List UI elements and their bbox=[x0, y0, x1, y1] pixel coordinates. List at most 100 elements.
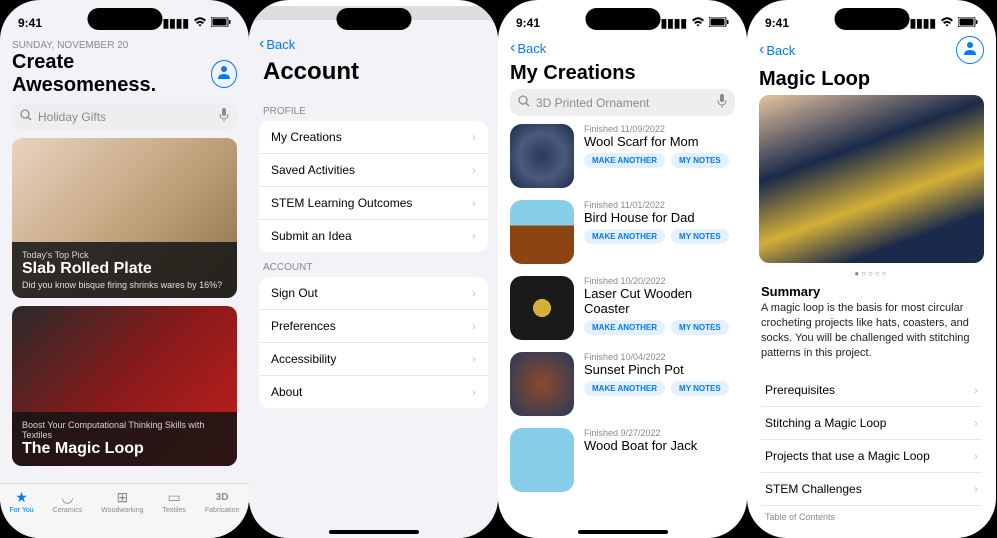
back-button[interactable]: ‹ Back bbox=[506, 40, 550, 56]
tab-label: For You bbox=[10, 507, 34, 514]
make-another-button[interactable]: MAKE ANOTHER bbox=[584, 381, 665, 396]
search-placeholder: Holiday Gifts bbox=[38, 110, 106, 124]
my-notes-button[interactable]: MY NOTES bbox=[671, 320, 729, 335]
card-title: Slab Rolled Plate bbox=[22, 260, 227, 278]
search-input[interactable]: 3D Printed Ornament bbox=[510, 89, 735, 116]
page-title: My Creations bbox=[498, 60, 747, 89]
hero-image[interactable] bbox=[759, 95, 984, 263]
creation-name: Wood Boat for Jack bbox=[584, 438, 735, 453]
tab-textiles[interactable]: ▭ Textiles bbox=[162, 488, 185, 514]
mic-icon[interactable] bbox=[717, 94, 727, 111]
row-submit-idea[interactable]: Submit an Idea› bbox=[259, 220, 488, 252]
status-indicators: ▮▮▮▮ bbox=[661, 16, 729, 30]
signal-icon: ▮▮▮▮ bbox=[163, 16, 189, 30]
make-another-button[interactable]: MAKE ANOTHER bbox=[584, 320, 665, 335]
toc-projects[interactable]: Projects that use a Magic Loop› bbox=[761, 440, 982, 473]
my-notes-button[interactable]: MY NOTES bbox=[671, 381, 729, 396]
table-of-contents: Prerequisites› Stitching a Magic Loop› P… bbox=[761, 374, 982, 528]
chevron-right-icon: › bbox=[472, 229, 476, 243]
home-indicator[interactable] bbox=[578, 530, 668, 534]
creation-item[interactable]: Finished 11/01/2022 Bird House for Dad M… bbox=[510, 200, 735, 264]
toc-stem-challenges[interactable]: STEM Challenges› bbox=[761, 473, 982, 506]
creation-name: Bird House for Dad bbox=[584, 210, 735, 225]
account-screen: ‹ Back Account PROFILE My Creations› Sav… bbox=[249, 0, 498, 538]
back-button[interactable]: ‹ Back bbox=[249, 30, 498, 58]
account-button[interactable] bbox=[211, 60, 237, 88]
account-list: Sign Out› Preferences› Accessibility› Ab… bbox=[259, 277, 488, 408]
featured-card[interactable]: Today's Top Pick Slab Rolled Plate Did y… bbox=[12, 138, 237, 298]
creation-thumbnail bbox=[510, 124, 574, 188]
toc-prerequisites[interactable]: Prerequisites› bbox=[761, 374, 982, 407]
grid-icon: ⊞ bbox=[113, 488, 131, 506]
wifi-icon bbox=[691, 16, 705, 30]
card-eyebrow: Today's Top Pick bbox=[22, 250, 227, 260]
row-about[interactable]: About› bbox=[259, 376, 488, 408]
row-stem-outcomes[interactable]: STEM Learning Outcomes› bbox=[259, 187, 488, 220]
row-saved-activities[interactable]: Saved Activities› bbox=[259, 154, 488, 187]
toc-stitching[interactable]: Stitching a Magic Loop› bbox=[761, 407, 982, 440]
creation-item[interactable]: Finished 10/20/2022 Laser Cut Wooden Coa… bbox=[510, 276, 735, 340]
card-eyebrow: Boost Your Computational Thinking Skills… bbox=[22, 420, 227, 440]
chevron-left-icon: ‹ bbox=[510, 40, 515, 56]
tab-ceramics[interactable]: ◡ Ceramics bbox=[53, 488, 83, 514]
back-label: Back bbox=[766, 43, 795, 58]
creation-item[interactable]: Finished 9/27/2022 Wood Boat for Jack bbox=[510, 428, 735, 492]
status-indicators: ▮▮▮▮ bbox=[163, 16, 231, 30]
make-another-button[interactable]: MAKE ANOTHER bbox=[584, 153, 665, 168]
row-my-creations[interactable]: My Creations› bbox=[259, 121, 488, 154]
person-icon bbox=[962, 40, 978, 61]
chevron-right-icon: › bbox=[974, 416, 978, 430]
featured-card[interactable]: Boost Your Computational Thinking Skills… bbox=[12, 306, 237, 466]
tab-for-you[interactable]: ★ For You bbox=[10, 488, 34, 514]
chevron-left-icon: ‹ bbox=[259, 36, 264, 52]
notch bbox=[87, 8, 162, 30]
my-notes-button[interactable]: MY NOTES bbox=[671, 229, 729, 244]
make-another-button[interactable]: MAKE ANOTHER bbox=[584, 229, 665, 244]
row-accessibility[interactable]: Accessibility› bbox=[259, 343, 488, 376]
chevron-right-icon: › bbox=[472, 319, 476, 333]
creation-item[interactable]: Finished 10/04/2022 Sunset Pinch Pot MAK… bbox=[510, 352, 735, 416]
fabric-icon: ▭ bbox=[165, 488, 183, 506]
chevron-right-icon: › bbox=[472, 163, 476, 177]
status-time: 9:41 bbox=[516, 16, 540, 30]
chevron-right-icon: › bbox=[472, 385, 476, 399]
account-button[interactable] bbox=[956, 36, 984, 64]
current-date: Sunday, November 20 bbox=[12, 40, 237, 51]
summary-text: A magic loop is the basis for most circu… bbox=[761, 301, 982, 360]
creation-thumbnail bbox=[510, 428, 574, 492]
wifi-icon bbox=[940, 16, 954, 30]
finished-date: Finished 11/01/2022 bbox=[584, 200, 735, 210]
status-time: 9:41 bbox=[18, 16, 42, 30]
tab-woodworking[interactable]: ⊞ Woodworking bbox=[101, 488, 143, 514]
page-dots[interactable]: ●○○○○ bbox=[747, 269, 996, 278]
page-title: Create Awesomeness. bbox=[12, 51, 211, 97]
my-notes-button[interactable]: MY NOTES bbox=[671, 153, 729, 168]
tab-label: Ceramics bbox=[53, 507, 83, 514]
star-icon: ★ bbox=[13, 488, 31, 506]
search-icon bbox=[20, 109, 32, 124]
home-indicator[interactable] bbox=[329, 530, 419, 534]
battery-icon bbox=[709, 16, 729, 30]
search-icon bbox=[518, 95, 530, 110]
bowl-icon: ◡ bbox=[58, 488, 76, 506]
page-title: Magic Loop bbox=[747, 66, 996, 95]
back-label: Back bbox=[266, 37, 295, 52]
creation-name: Sunset Pinch Pot bbox=[584, 362, 735, 377]
card-subtitle: Did you know bisque firing shrinks wares… bbox=[22, 280, 227, 290]
creation-item[interactable]: Finished 11/09/2022 Wool Scarf for Mom M… bbox=[510, 124, 735, 188]
search-placeholder: 3D Printed Ornament bbox=[536, 96, 649, 110]
tab-label: Fabrication bbox=[205, 507, 240, 514]
tab-fabrication[interactable]: 3D Fabrication bbox=[205, 488, 240, 514]
finished-date: Finished 11/09/2022 bbox=[584, 124, 735, 134]
search-input[interactable]: Holiday Gifts bbox=[12, 103, 237, 130]
finished-date: Finished 10/20/2022 bbox=[584, 276, 735, 286]
mic-icon[interactable] bbox=[219, 108, 229, 125]
chevron-right-icon: › bbox=[472, 352, 476, 366]
wifi-icon bbox=[193, 16, 207, 30]
back-button[interactable]: ‹ Back bbox=[755, 42, 799, 58]
status-indicators: ▮▮▮▮ bbox=[910, 16, 978, 30]
creation-thumbnail bbox=[510, 352, 574, 416]
chevron-right-icon: › bbox=[472, 286, 476, 300]
row-sign-out[interactable]: Sign Out› bbox=[259, 277, 488, 310]
row-preferences[interactable]: Preferences› bbox=[259, 310, 488, 343]
